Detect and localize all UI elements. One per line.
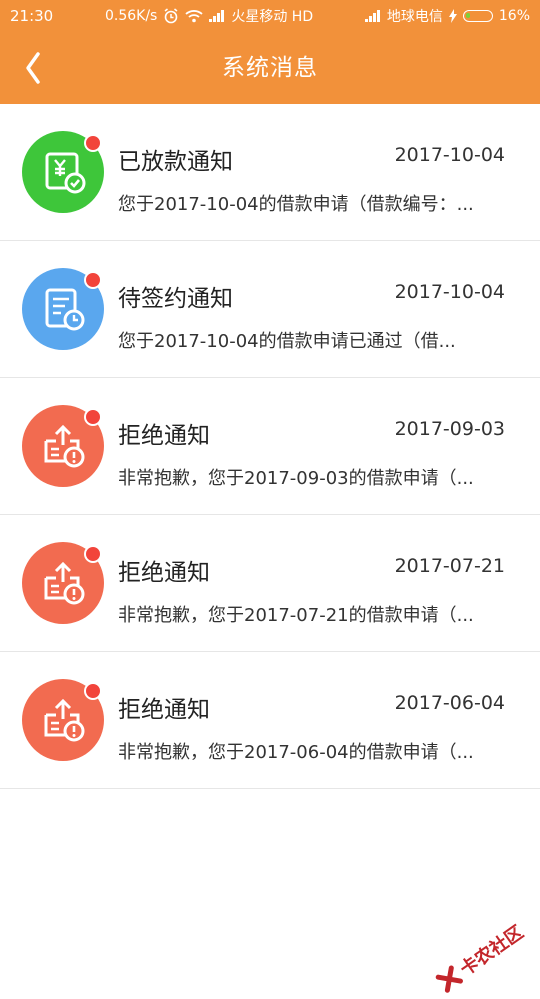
message-date: 2017-07-21 [394, 555, 505, 577]
message-title: 拒绝通知 [118, 560, 210, 586]
status-time: 21:30 [10, 7, 54, 25]
message-item-rejected[interactable]: 拒绝通知 2017-07-21 非常抱歉，您于2017-07-21的借款申请（.… [0, 515, 540, 652]
status-bar: 21:30 0.56K/s 火星移动 HD 地球电信 16% [0, 0, 540, 32]
unread-dot [84, 545, 102, 563]
message-date: 2017-09-03 [394, 418, 505, 440]
message-title: 已放款通知 [118, 149, 233, 175]
message-preview: 非常抱歉，您于2017-07-21的借款申请（... [118, 605, 474, 626]
unread-dot [84, 408, 102, 426]
battery-percent: 16% [498, 8, 530, 24]
status-center: 0.56K/s 火星移动 HD [105, 6, 313, 26]
message-preview: 非常抱歉，您于2017-06-04的借款申请（... [118, 742, 474, 763]
page-title: 系统消息 [222, 55, 318, 81]
watermark-text: 卡农社区 [456, 921, 528, 981]
battery-icon [462, 10, 493, 22]
charging-icon [448, 9, 457, 23]
message-item-pending[interactable]: 待签约通知 2017-10-04 您于2017-10-04的借款申请已通过（借.… [0, 241, 540, 378]
message-date: 2017-06-04 [394, 692, 505, 714]
alarm-icon [164, 8, 178, 24]
message-list: 已放款通知 2017-10-04 您于2017-10-04的借款申请（借款编号：… [0, 104, 540, 789]
message-title: 拒绝通知 [118, 423, 210, 449]
message-item-disbursed[interactable]: 已放款通知 2017-10-04 您于2017-10-04的借款申请（借款编号：… [0, 104, 540, 241]
message-item-rejected[interactable]: 拒绝通知 2017-06-04 非常抱歉，您于2017-06-04的借款申请（.… [0, 652, 540, 789]
message-item-rejected[interactable]: 拒绝通知 2017-09-03 非常抱歉，您于2017-09-03的借款申请（.… [0, 378, 540, 515]
message-preview: 您于2017-10-04的借款申请（借款编号：... [118, 194, 474, 215]
message-preview: 您于2017-10-04的借款申请已通过（借... [118, 331, 456, 352]
app-header: 系统消息 [0, 32, 540, 104]
unread-dot [84, 271, 102, 289]
carrier-2: 地球电信 [386, 9, 443, 25]
watermark: 卡农社区 [431, 914, 532, 999]
message-date: 2017-10-04 [394, 144, 505, 166]
unread-dot [84, 682, 102, 700]
message-preview: 非常抱歉，您于2017-09-03的借款申请（... [118, 468, 474, 489]
status-right: 地球电信 16% [364, 6, 530, 26]
message-date: 2017-10-04 [394, 281, 505, 303]
wifi-icon [185, 10, 203, 23]
signal-icon [364, 10, 381, 22]
carrier-1: 火星移动 HD [231, 9, 314, 25]
message-title: 待签约通知 [118, 286, 233, 312]
unread-dot [84, 134, 102, 152]
message-title: 拒绝通知 [118, 697, 210, 723]
signal-icon [209, 10, 225, 22]
network-speed: 0.56K/s [104, 8, 158, 24]
